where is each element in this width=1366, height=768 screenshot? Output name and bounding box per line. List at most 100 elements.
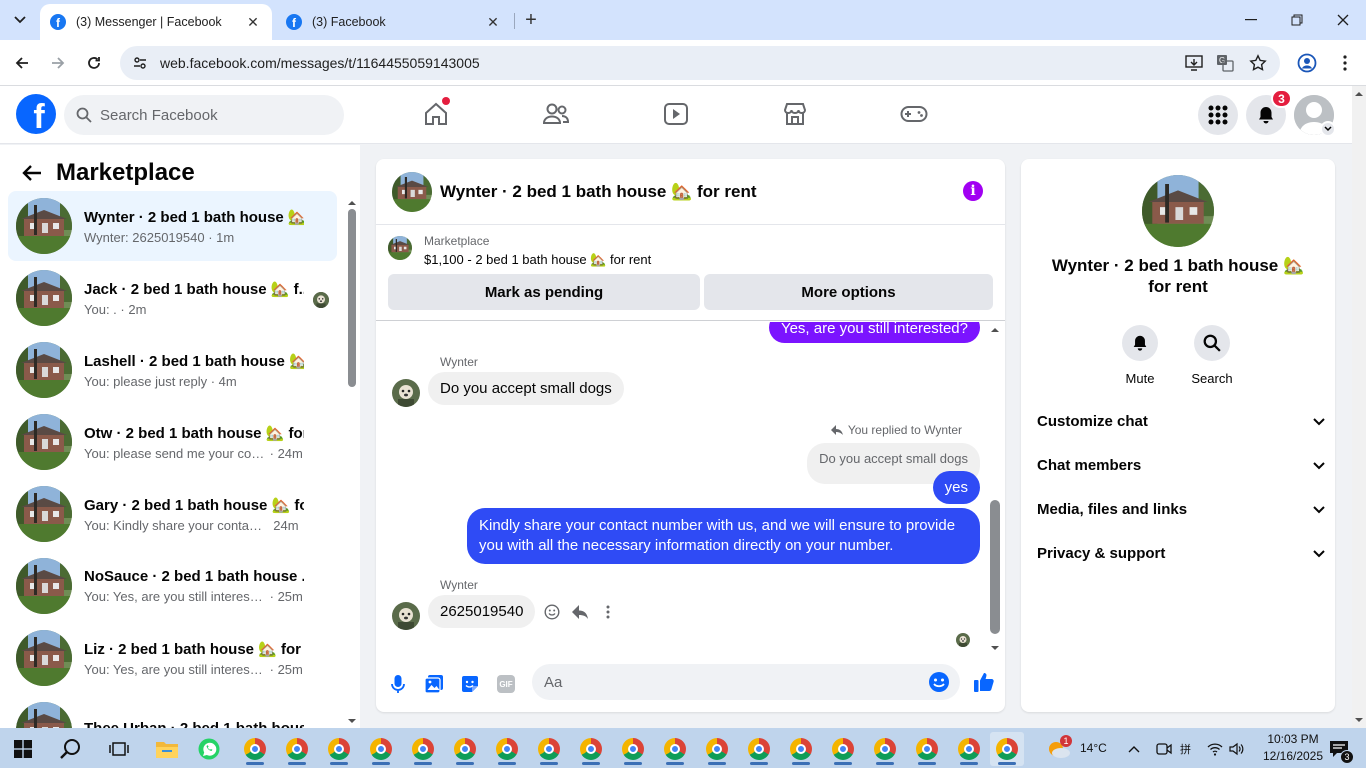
bookmark-star-icon[interactable] — [1247, 52, 1269, 74]
restore-button[interactable] — [1274, 0, 1320, 40]
close-window-button[interactable] — [1320, 0, 1366, 40]
show-hidden-icons[interactable] — [1124, 732, 1144, 766]
customize-chat-section[interactable]: Customize chat — [1029, 401, 1327, 441]
react-emoji-icon[interactable] — [543, 603, 561, 621]
forward-button[interactable] — [44, 49, 72, 77]
like-thumb-icon[interactable] — [971, 669, 997, 695]
chrome-window[interactable] — [616, 732, 650, 766]
file-explorer-button[interactable] — [150, 732, 184, 766]
gaming-nav[interactable] — [894, 98, 934, 130]
mark-as-pending-button[interactable]: Mark as pending — [388, 274, 700, 310]
tab-messenger[interactable]: f (3) Messenger | Facebook ✕ — [40, 4, 272, 40]
wifi-icon[interactable] — [1204, 732, 1226, 766]
reload-button[interactable] — [80, 49, 108, 77]
conversation-item[interactable]: Gary · 2 bed 1 bath house 🏡 for... You: … — [8, 479, 337, 549]
facebook-search[interactable] — [64, 95, 344, 135]
address-bar[interactable]: web.facebook.com/messages/t/116445505914… — [120, 46, 1280, 80]
sidebar-scroll-thumb[interactable] — [348, 209, 356, 387]
browser-profile-icon[interactable] — [1296, 52, 1318, 74]
meet-now-icon[interactable] — [1154, 732, 1174, 766]
new-tab-button[interactable]: + — [520, 8, 542, 32]
chrome-window-active[interactable] — [990, 732, 1024, 766]
voice-clip-icon[interactable] — [386, 672, 410, 696]
chrome-window[interactable] — [322, 732, 356, 766]
mute-action[interactable]: Mute — [1110, 325, 1170, 386]
chrome-window[interactable] — [910, 732, 944, 766]
close-tab-icon[interactable]: ✕ — [244, 13, 262, 31]
chrome-window[interactable] — [952, 732, 986, 766]
chat-scroll-thumb[interactable] — [990, 500, 1000, 634]
conversation-item[interactable]: Wynter · 2 bed 1 bath house 🏡 ... Wynter… — [8, 191, 337, 261]
chrome-window[interactable] — [574, 732, 608, 766]
marketplace-nav[interactable] — [775, 98, 815, 130]
task-view-button[interactable] — [102, 732, 136, 766]
search-action[interactable]: Search — [1182, 325, 1242, 386]
page-scrollbar[interactable] — [1352, 86, 1366, 728]
action-center-button[interactable]: 3 — [1322, 732, 1356, 766]
conversation-item[interactable]: Liz · 2 bed 1 bath house 🏡 for r... You:… — [8, 623, 337, 693]
chrome-window[interactable] — [868, 732, 902, 766]
sticker-icon[interactable] — [458, 672, 482, 696]
chrome-window[interactable] — [658, 732, 692, 766]
chat-scrollbar[interactable] — [988, 322, 1002, 654]
chrome-window[interactable] — [364, 732, 398, 766]
translate-icon[interactable]: G — [1214, 52, 1236, 74]
chrome-window[interactable] — [280, 732, 314, 766]
site-settings-icon[interactable] — [132, 55, 148, 71]
volume-icon[interactable] — [1226, 732, 1248, 766]
whatsapp-button[interactable] — [192, 732, 226, 766]
browser-menu-icon[interactable] — [1334, 52, 1356, 74]
chrome-window[interactable] — [532, 732, 566, 766]
watch-nav[interactable] — [656, 98, 696, 130]
account-menu-chevron[interactable] — [1320, 121, 1336, 137]
temperature-text[interactable]: 14°C — [1080, 741, 1107, 755]
chrome-window[interactable] — [700, 732, 734, 766]
facebook-logo-icon[interactable]: f — [16, 94, 56, 134]
media-files-links-section[interactable]: Media, files and links — [1029, 489, 1327, 529]
sender-avatar[interactable] — [392, 602, 420, 630]
chrome-window[interactable] — [490, 732, 524, 766]
tab-facebook[interactable]: f (3) Facebook ✕ — [276, 4, 512, 40]
reply-icon[interactable] — [571, 603, 589, 621]
chrome-window[interactable] — [784, 732, 818, 766]
conversation-item[interactable]: Lashell · 2 bed 1 bath house 🏡 f... You:… — [8, 335, 337, 405]
install-app-icon[interactable] — [1183, 52, 1205, 74]
chrome-window[interactable] — [238, 732, 272, 766]
listing-thumbnail[interactable] — [388, 236, 412, 260]
taskbar-search-button[interactable] — [54, 732, 88, 766]
facebook-search-input[interactable] — [100, 106, 320, 124]
chrome-window[interactable] — [826, 732, 860, 766]
outgoing-message[interactable]: yes — [932, 471, 980, 504]
chrome-window[interactable] — [742, 732, 776, 766]
chat-members-section[interactable]: Chat members — [1029, 445, 1327, 485]
message-input[interactable] — [544, 673, 924, 691]
incoming-message[interactable]: 2625019540 — [428, 595, 536, 628]
more-actions-icon[interactable] — [599, 603, 617, 621]
language-icon[interactable]: 拼 — [1178, 732, 1200, 766]
back-button[interactable] — [8, 49, 36, 77]
menu-button[interactable] — [1198, 95, 1238, 135]
outgoing-message[interactable]: Yes, are you still interested? — [768, 322, 980, 343]
minimize-button[interactable] — [1228, 0, 1274, 40]
sidebar-scrollbar[interactable] — [345, 197, 359, 727]
sender-avatar[interactable] — [392, 379, 420, 407]
clock-time[interactable]: 10:03 PM — [1262, 732, 1324, 746]
friends-nav[interactable] — [536, 98, 576, 130]
incoming-message[interactable]: Do you accept small dogs — [428, 372, 624, 405]
outgoing-message[interactable]: Kindly share your contact number with us… — [467, 508, 980, 564]
chat-title[interactable]: Wynter · 2 bed 1 bath house 🏡 for rent — [440, 182, 757, 202]
privacy-support-section[interactable]: Privacy & support — [1029, 533, 1327, 573]
listing-title[interactable]: $1,100 - 2 bed 1 bath house 🏡 for rent — [424, 252, 651, 268]
conversation-item[interactable]: Jack · 2 bed 1 bath house 🏡 f... You: . … — [8, 263, 337, 333]
emoji-icon[interactable] — [928, 671, 950, 693]
close-tab-icon[interactable]: ✕ — [484, 13, 502, 31]
chrome-window[interactable] — [448, 732, 482, 766]
chrome-window[interactable] — [406, 732, 440, 766]
tab-search-button[interactable] — [6, 7, 34, 33]
gif-icon[interactable]: GIF — [494, 672, 518, 696]
clock-date[interactable]: 12/16/2025 — [1262, 749, 1324, 763]
weather-widget[interactable]: 1 — [1042, 732, 1076, 766]
attach-media-icon[interactable] — [422, 672, 446, 696]
conversation-info-icon[interactable]: i — [963, 181, 983, 201]
back-button[interactable] — [16, 157, 48, 189]
